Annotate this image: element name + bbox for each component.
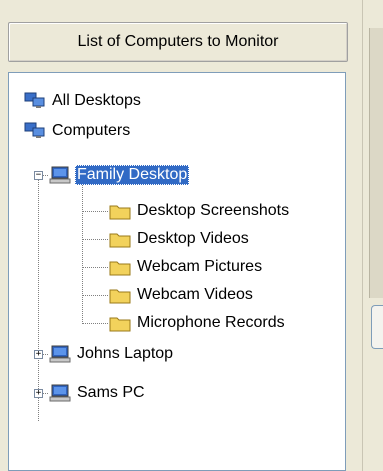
tree-item-label: Desktop Videos [137,230,249,247]
tree-item-family-desktop[interactable]: Family Desktop [49,162,190,188]
computer-icon [49,345,71,363]
tree-item-label: Microphone Records [137,314,285,331]
tree-line [82,211,108,212]
tree-item-label: Family Desktop [75,165,190,185]
tree-line [38,175,39,421]
tree-item-label: All Desktops [52,92,141,109]
tree-item-label: Johns Laptop [77,345,174,362]
folder-icon [109,233,131,248]
tree-item-label: Sams PC [77,384,145,401]
folder-icon [109,205,131,220]
tree-item-label: Webcam Pictures [137,258,263,275]
expand-toggle-johns-laptop[interactable]: + [34,350,43,359]
monitors-group-icon [24,122,45,138]
tree-item-desktop-screenshots[interactable]: Desktop Screenshots [109,198,291,224]
adjacent-panel-edge [362,0,383,471]
list-header-label: List of Computers to Monitor [77,33,279,50]
expand-toggle-sams-pc[interactable]: + [34,389,43,398]
tree-line [82,323,108,324]
computer-icon [49,166,71,184]
tree-line [82,295,108,296]
tree-line [82,267,108,268]
tree-item-label: Desktop Screenshots [137,202,290,219]
tree-item-webcam-pictures[interactable]: Webcam Pictures [109,254,264,280]
tree-item-label: Webcam Videos [137,286,253,303]
list-header-button[interactable]: List of Computers to Monitor [8,22,348,62]
tree-item-all-desktops[interactable]: All Desktops [24,88,143,114]
tree-item-webcam-videos[interactable]: Webcam Videos [109,282,255,308]
tree-item-label: Computers [52,122,131,139]
folder-icon [109,317,131,332]
tree-line [82,239,108,240]
tree-item-johns-laptop[interactable]: Johns Laptop [49,341,175,367]
tree-item-sams-pc[interactable]: Sams PC [49,380,147,406]
computers-tree[interactable]: − + + All Desktops Computers Family Desk… [8,72,346,471]
tree-line [82,184,83,324]
computer-icon [49,384,71,402]
tree-item-desktop-videos[interactable]: Desktop Videos [109,226,251,252]
folder-icon [109,261,131,276]
tree-item-microphone-records[interactable]: Microphone Records [109,310,287,336]
folder-icon [109,289,131,304]
adjacent-panel-shade [369,28,383,298]
monitors-group-icon [24,92,45,108]
collapse-toggle-family-desktop[interactable]: − [34,171,43,180]
adjacent-panel-control[interactable] [371,305,383,349]
tree-item-computers[interactable]: Computers [24,118,132,144]
